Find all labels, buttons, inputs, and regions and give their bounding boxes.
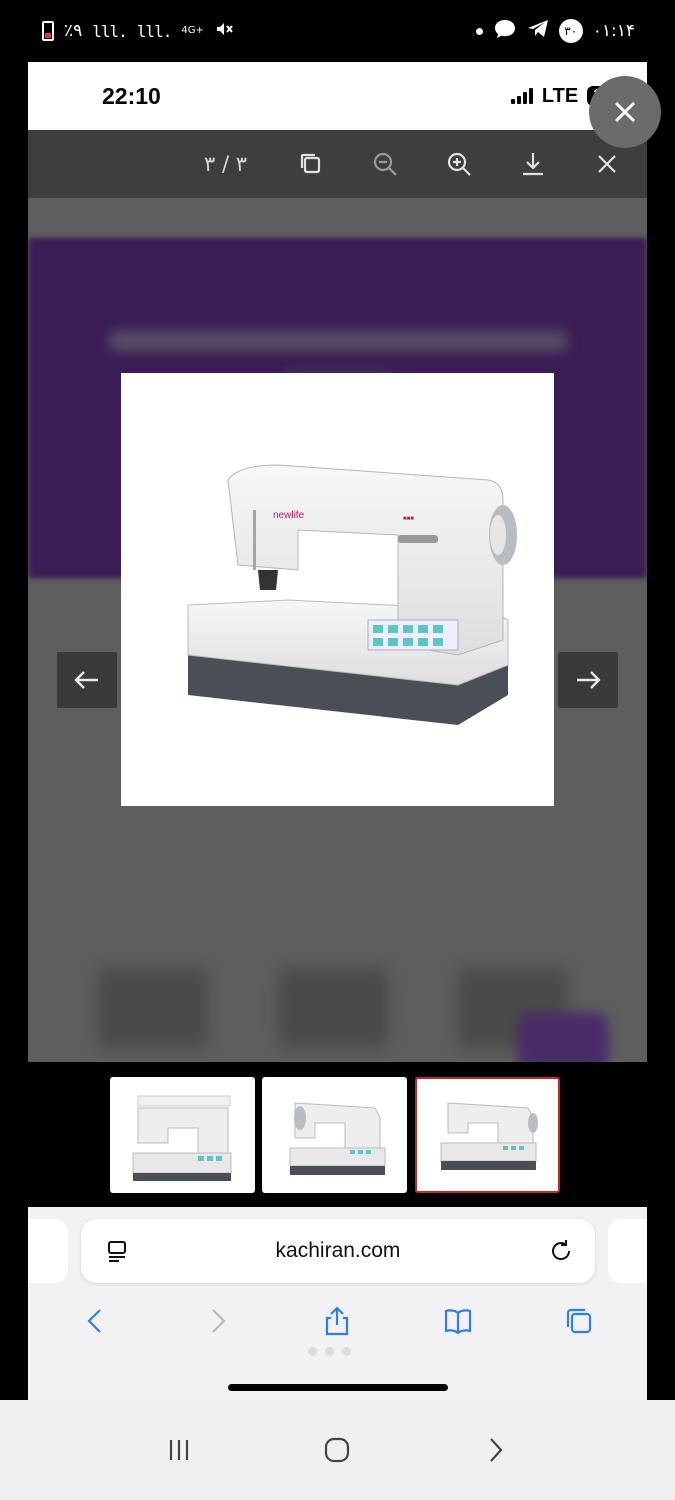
thumbnail-1[interactable] <box>110 1077 255 1193</box>
battery-icon <box>42 21 54 41</box>
background-blurred-button <box>518 1013 608 1062</box>
share-icon <box>326 1306 349 1336</box>
thumbnail-3-active[interactable] <box>415 1077 560 1193</box>
cellular-signal-icon <box>510 88 533 104</box>
back-icon <box>87 1309 102 1333</box>
mute-icon <box>214 19 234 44</box>
battery-percent: ٪۹ <box>64 21 83 41</box>
tabs-icon <box>566 1308 591 1334</box>
previous-image-button[interactable] <box>57 652 117 708</box>
copy-icon[interactable] <box>295 148 327 180</box>
chevron-right-icon <box>489 1438 503 1462</box>
android-status-bar: ٪۹ lll. lll. 4G+ ۳۰ ۰۱:۱۴ <box>0 0 675 62</box>
android-clock: ۰۱:۱۴ <box>592 21 635 41</box>
bookmarks-button[interactable] <box>438 1301 478 1341</box>
recent-apps-icon <box>170 1440 189 1460</box>
notification-count-badge: ۳۰ <box>558 19 583 43</box>
recent-apps-button[interactable] <box>154 1425 204 1475</box>
ios-clock: 22:10 <box>102 82 161 109</box>
tab-page-indicator <box>308 1347 351 1356</box>
forward-button[interactable] <box>197 1301 237 1341</box>
back-button[interactable] <box>76 1301 116 1341</box>
zoom-in-icon[interactable] <box>443 148 475 180</box>
forward-icon <box>212 1309 226 1333</box>
background-blurred-text <box>108 330 568 352</box>
product-image[interactable]: newlife ■■■ <box>121 373 554 806</box>
svg-text:■■■: ■■■ <box>403 516 414 522</box>
safari-nav-bar <box>28 1297 647 1345</box>
ios-status-bar: 22:10 LTE 28 <box>28 62 647 130</box>
safari-toolbar: kachiran.com <box>28 1207 647 1400</box>
previous-tab-peek[interactable] <box>28 1219 68 1283</box>
url-text: kachiran.com <box>275 1239 401 1262</box>
back-nav-button[interactable] <box>471 1425 521 1475</box>
network-type: 4G+ <box>181 25 204 36</box>
thumbnail-2[interactable] <box>262 1077 407 1193</box>
reload-icon[interactable] <box>547 1237 575 1265</box>
address-area: kachiran.com <box>28 1207 647 1283</box>
page-menu-icon[interactable] <box>105 1239 129 1263</box>
android-status-left: ٪۹ lll. lll. 4G+ <box>42 19 234 44</box>
android-status-right: ۳۰ ۰۱:۱۴ <box>475 18 635 45</box>
arrow-right-icon <box>577 671 601 689</box>
home-icon <box>325 1437 350 1463</box>
zoom-out-icon[interactable] <box>369 148 401 180</box>
phone-screenshot: 22:10 LTE 28 ۳ / ۳ <box>28 62 647 1400</box>
sewing-machine-thumbnail <box>289 1101 385 1175</box>
close-icon <box>614 101 636 123</box>
next-tab-peek[interactable] <box>608 1219 647 1283</box>
thumbnail-strip <box>28 1062 647 1207</box>
image-viewer-toolbar: ۳ / ۳ <box>28 130 647 198</box>
image-counter: ۳ / ۳ <box>204 152 247 176</box>
close-screenshot-button[interactable] <box>589 76 661 148</box>
telegram-icon <box>527 19 549 44</box>
background-blurred-item <box>278 968 388 1048</box>
bookmarks-icon <box>444 1309 472 1335</box>
close-icon[interactable] <box>591 148 623 180</box>
signal-icon-sim1: lll. <box>92 21 128 41</box>
address-bar[interactable]: kachiran.com <box>81 1219 595 1283</box>
ios-home-indicator[interactable] <box>228 1384 448 1391</box>
arrow-left-icon <box>74 671 98 689</box>
next-image-button[interactable] <box>558 652 618 708</box>
chat-bubble-icon <box>493 18 517 45</box>
home-button[interactable] <box>312 1425 362 1475</box>
download-icon[interactable] <box>517 148 549 180</box>
share-button[interactable] <box>317 1301 357 1341</box>
android-nav-bar <box>0 1400 675 1500</box>
signal-icon-sim2: lll. <box>136 21 173 41</box>
network-label: LTE <box>541 84 579 107</box>
svg-text:newlife: newlife <box>273 510 305 521</box>
background-blurred-item <box>98 968 208 1048</box>
notification-dot-icon <box>475 27 483 35</box>
sewing-machine-thumbnail <box>440 1101 538 1170</box>
sewing-machine-image: newlife ■■■ <box>187 463 517 725</box>
sewing-machine-thumbnail <box>132 1095 231 1181</box>
tabs-button[interactable] <box>559 1301 599 1341</box>
